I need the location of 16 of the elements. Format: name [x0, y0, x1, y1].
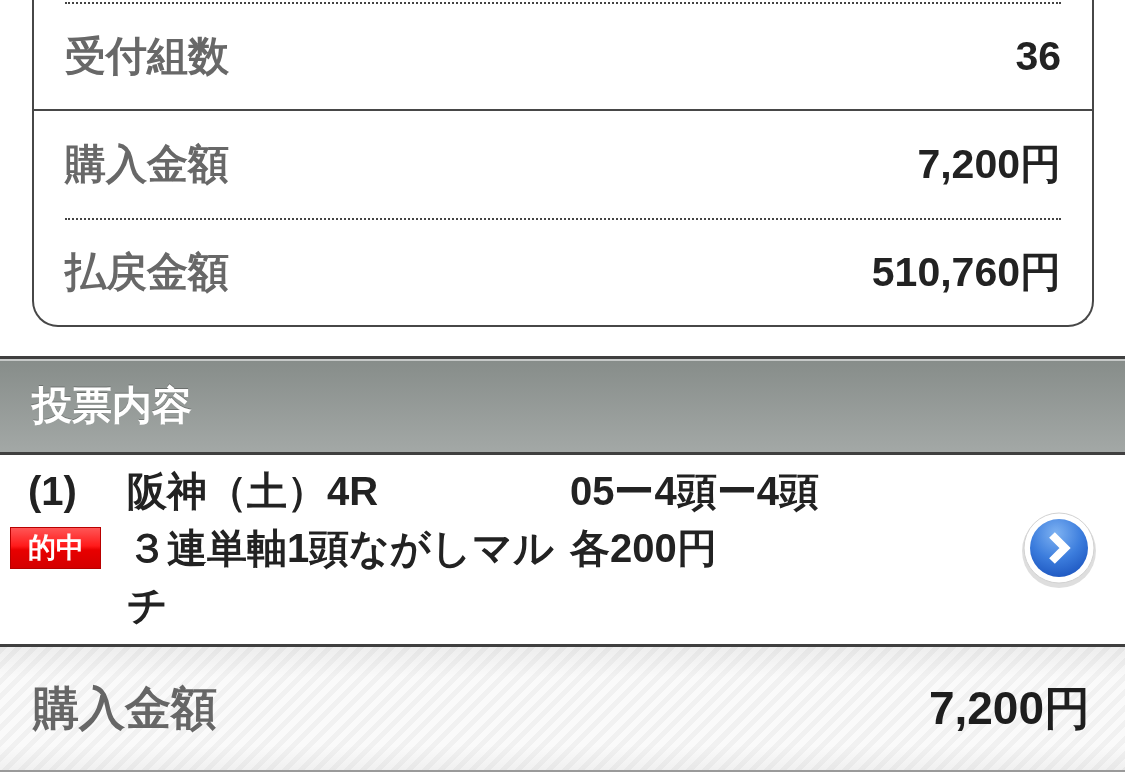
summary-label: 購入金額: [65, 140, 229, 189]
bet-combination: 05ー4頭ー4頭: [570, 468, 819, 515]
hit-badge: 的中: [10, 527, 101, 569]
bet-type: ３連単軸1頭ながしマルチ: [127, 525, 556, 629]
chevron-right-icon[interactable]: [1020, 509, 1098, 588]
summary-value: 510,760円: [871, 248, 1061, 297]
summary-value: 36: [1015, 33, 1061, 80]
bet-amount: 各200円: [570, 525, 717, 572]
bet-number: (1): [27, 468, 77, 515]
total-value: 7,200円: [928, 680, 1090, 736]
total-label: 購入金額: [33, 680, 217, 736]
summary-label: 払戻金額: [65, 248, 229, 297]
section-title: 投票内容: [32, 382, 192, 429]
summary-value: 7,200円: [917, 140, 1061, 189]
race-name: 阪神（土）4R: [127, 468, 379, 515]
summary-label: 受付組数: [65, 32, 229, 81]
